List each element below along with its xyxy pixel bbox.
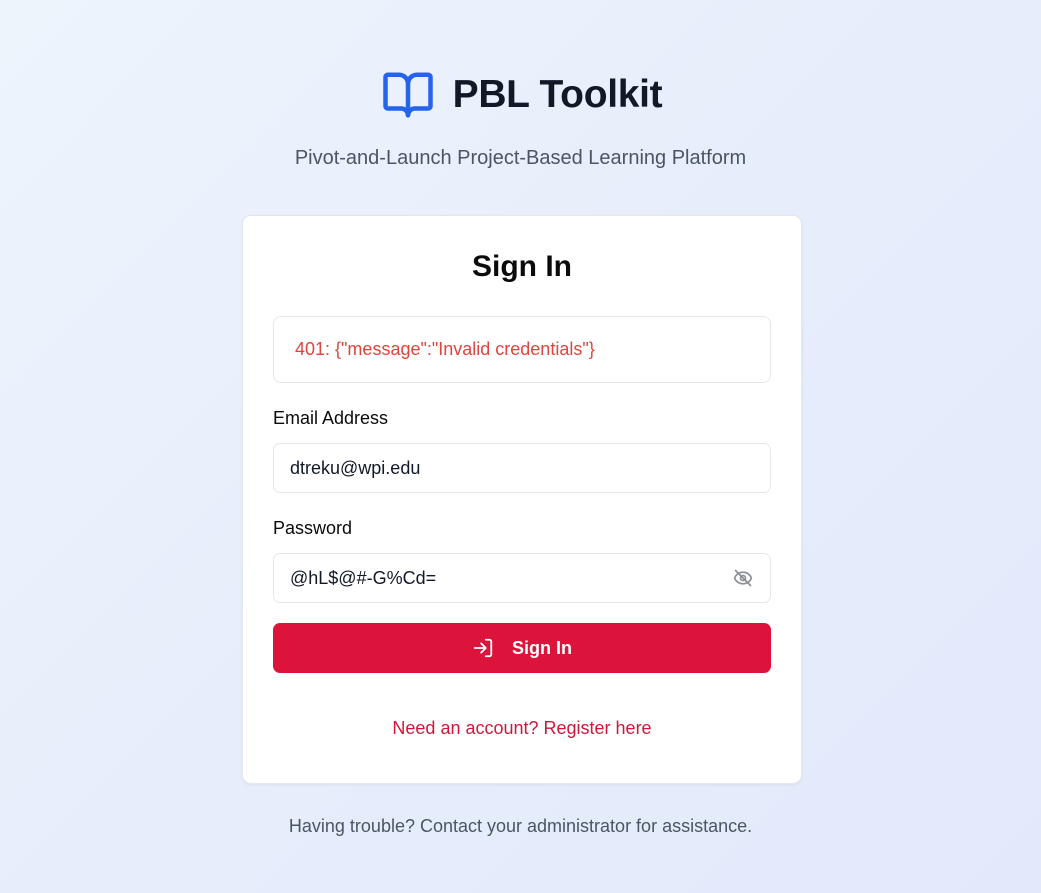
register-link[interactable]: Need an account? Register here <box>392 718 651 738</box>
brand-header: PBL Toolkit <box>0 68 1041 122</box>
sign-in-button[interactable]: Sign In <box>273 623 771 673</box>
card-title: Sign In <box>472 250 572 283</box>
help-footer: Having trouble? Contact your administrat… <box>288 816 753 836</box>
eye-off-icon[interactable] <box>732 567 754 589</box>
password-input[interactable] <box>290 567 732 589</box>
password-label: Password <box>273 518 353 538</box>
email-label: Email Address <box>273 408 389 428</box>
log-in-icon <box>473 638 493 658</box>
email-field-container <box>273 443 771 493</box>
open-book-icon <box>382 72 433 118</box>
sign-in-button-label: Sign In <box>512 637 572 658</box>
app-tagline: Pivot-and-Launch Project-Based Learning … <box>294 147 747 169</box>
register-row: Need an account? Register here <box>243 718 801 739</box>
error-alert: 401: {"message":"Invalid credentials"} <box>273 316 771 383</box>
password-field-container <box>273 553 771 603</box>
sign-in-card: Sign In 401: {"message":"Invalid credent… <box>242 215 802 784</box>
error-message: 401: {"message":"Invalid credentials"} <box>295 339 595 359</box>
app-title: PBL Toolkit <box>452 73 663 116</box>
email-input[interactable] <box>290 457 754 479</box>
